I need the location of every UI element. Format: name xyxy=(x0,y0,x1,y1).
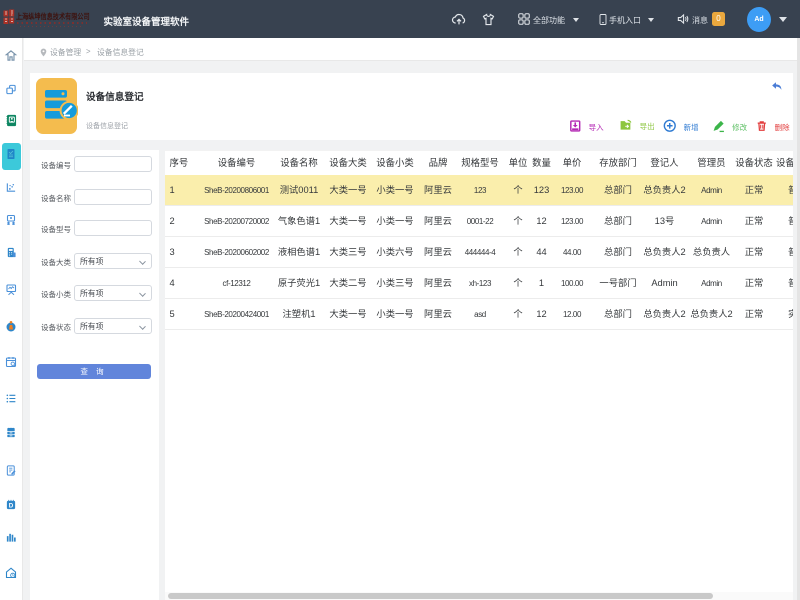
svg-text:D: D xyxy=(9,502,14,509)
